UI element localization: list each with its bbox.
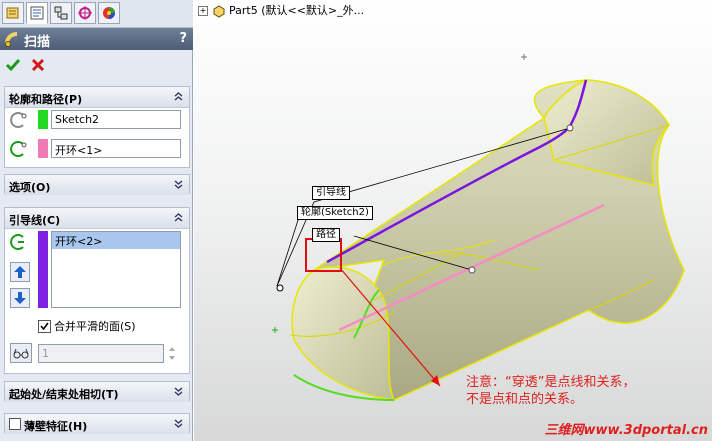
profile-callout-leader bbox=[276, 216, 300, 287]
merge-faces-label: 合并平滑的面(S) bbox=[54, 320, 136, 333]
move-up-button[interactable] bbox=[10, 262, 30, 282]
property-manager-tab[interactable] bbox=[26, 2, 48, 24]
cancel-x-icon[interactable] bbox=[30, 57, 46, 73]
dimxpert-icon bbox=[78, 6, 92, 20]
leader-point-icon bbox=[276, 284, 284, 292]
guide-curves-group: 引导线(C) 开环<2> 合并平滑的面(S) 1 bbox=[4, 207, 190, 374]
sweep-feature-icon bbox=[5, 32, 18, 47]
tangency-label: 起始处/结束处相切(T) bbox=[9, 388, 119, 401]
leader-point-icon bbox=[566, 124, 574, 132]
guide-curve-callout[interactable]: 引导线 bbox=[312, 186, 350, 200]
graphics-viewport[interactable]: + Part5 (默认<<默认>_外... 引导线 轮廓(Sketch2) 路径… bbox=[194, 0, 712, 441]
path-color-swatch bbox=[38, 139, 48, 158]
tangency-group[interactable]: 起始处/结束处相切(T) bbox=[4, 381, 190, 402]
ok-cancel-row bbox=[0, 52, 193, 78]
manager-tabs bbox=[0, 0, 193, 28]
sketch-point-plus-icon bbox=[272, 327, 278, 333]
origin-plus-icon bbox=[521, 54, 527, 60]
profile-icon bbox=[10, 112, 27, 128]
property-manager-icon bbox=[30, 6, 44, 20]
configuration-manager-icon bbox=[54, 6, 68, 20]
feature-title-bar: 扫描 ? bbox=[0, 28, 193, 50]
collapse-chevron-icon[interactable] bbox=[172, 211, 185, 224]
move-down-button[interactable] bbox=[10, 288, 30, 308]
checkmark-icon bbox=[40, 322, 49, 330]
appearance-icon bbox=[103, 7, 115, 19]
help-button[interactable]: ? bbox=[179, 31, 187, 46]
show-sections-button[interactable] bbox=[10, 343, 32, 363]
spinner-arrows-icon[interactable] bbox=[167, 344, 177, 363]
expand-chevron-icon[interactable] bbox=[172, 385, 185, 398]
glasses-icon bbox=[13, 348, 29, 359]
feature-manager-icon bbox=[6, 7, 19, 19]
watermark: 三维网www.3dportal.cn bbox=[544, 423, 708, 438]
annotation-note-line2: 不是点和点的关系。 bbox=[466, 392, 584, 407]
profile-path-label: 轮廓和路径(P) bbox=[9, 93, 83, 106]
configuration-manager-tab[interactable] bbox=[50, 2, 72, 24]
merge-faces-checkbox[interactable] bbox=[38, 319, 51, 333]
options-group[interactable]: 选项(O) bbox=[4, 174, 190, 195]
tangency-header[interactable]: 起始处/结束处相切(T) bbox=[5, 382, 189, 402]
path-icon bbox=[10, 141, 27, 157]
path-field[interactable]: 开环<1> bbox=[51, 139, 181, 158]
list-item[interactable]: 开环<2> bbox=[52, 232, 180, 249]
profile-callout[interactable]: 轮廓(Sketch2) bbox=[297, 206, 373, 220]
options-header[interactable]: 选项(O) bbox=[5, 175, 189, 195]
path-callout[interactable]: 路径 bbox=[312, 228, 340, 242]
merge-faces-option[interactable]: 合并平滑的面(S) bbox=[38, 318, 136, 334]
annotation-note-line1: 注意：“穿透”是点线和关系， bbox=[466, 375, 636, 390]
guide-curve-icon bbox=[10, 234, 24, 250]
thin-feature-header[interactable]: 薄壁特征(H) bbox=[5, 414, 189, 434]
appearance-tab[interactable] bbox=[98, 2, 120, 24]
profile-color-swatch bbox=[38, 110, 48, 129]
dimxpert-tab[interactable] bbox=[74, 2, 96, 24]
ok-check-icon[interactable] bbox=[5, 57, 21, 73]
sweep-preview-body bbox=[289, 79, 685, 401]
expand-chevron-icon[interactable] bbox=[172, 178, 185, 191]
property-manager-panel: 扫描 ? 轮廓和路径(P) Sketch2 开环<1> 选项(O) 引导线(C) bbox=[0, 0, 193, 441]
profile-path-header[interactable]: 轮廓和路径(P) bbox=[5, 87, 189, 108]
guide-curves-label: 引导线(C) bbox=[9, 214, 61, 227]
expand-chevron-icon[interactable] bbox=[172, 417, 185, 430]
guide-curves-header[interactable]: 引导线(C) bbox=[5, 208, 189, 229]
profile-path-group: 轮廓和路径(P) Sketch2 开环<1> bbox=[4, 86, 190, 168]
collapse-chevron-icon[interactable] bbox=[172, 90, 185, 103]
arrow-down-icon bbox=[14, 292, 26, 304]
thin-feature-checkbox[interactable] bbox=[9, 418, 21, 430]
feature-title: 扫描 bbox=[24, 35, 51, 50]
arrow-up-icon bbox=[14, 266, 26, 278]
guide-list-color-bar bbox=[38, 231, 48, 308]
profile-field[interactable]: Sketch2 bbox=[51, 110, 181, 129]
options-label: 选项(O) bbox=[9, 181, 51, 194]
annotation-note: 注意：“穿透”是点线和关系， 不是点和点的关系。 bbox=[466, 374, 635, 408]
thin-feature-label: 薄壁特征(H) bbox=[24, 420, 88, 433]
leader-point-icon bbox=[468, 266, 476, 274]
thin-feature-group[interactable]: 薄壁特征(H) bbox=[4, 413, 190, 434]
feature-manager-tab[interactable] bbox=[2, 2, 24, 24]
guide-curves-list[interactable]: 开环<2> bbox=[51, 231, 181, 308]
section-spinner-input[interactable]: 1 bbox=[38, 344, 164, 363]
